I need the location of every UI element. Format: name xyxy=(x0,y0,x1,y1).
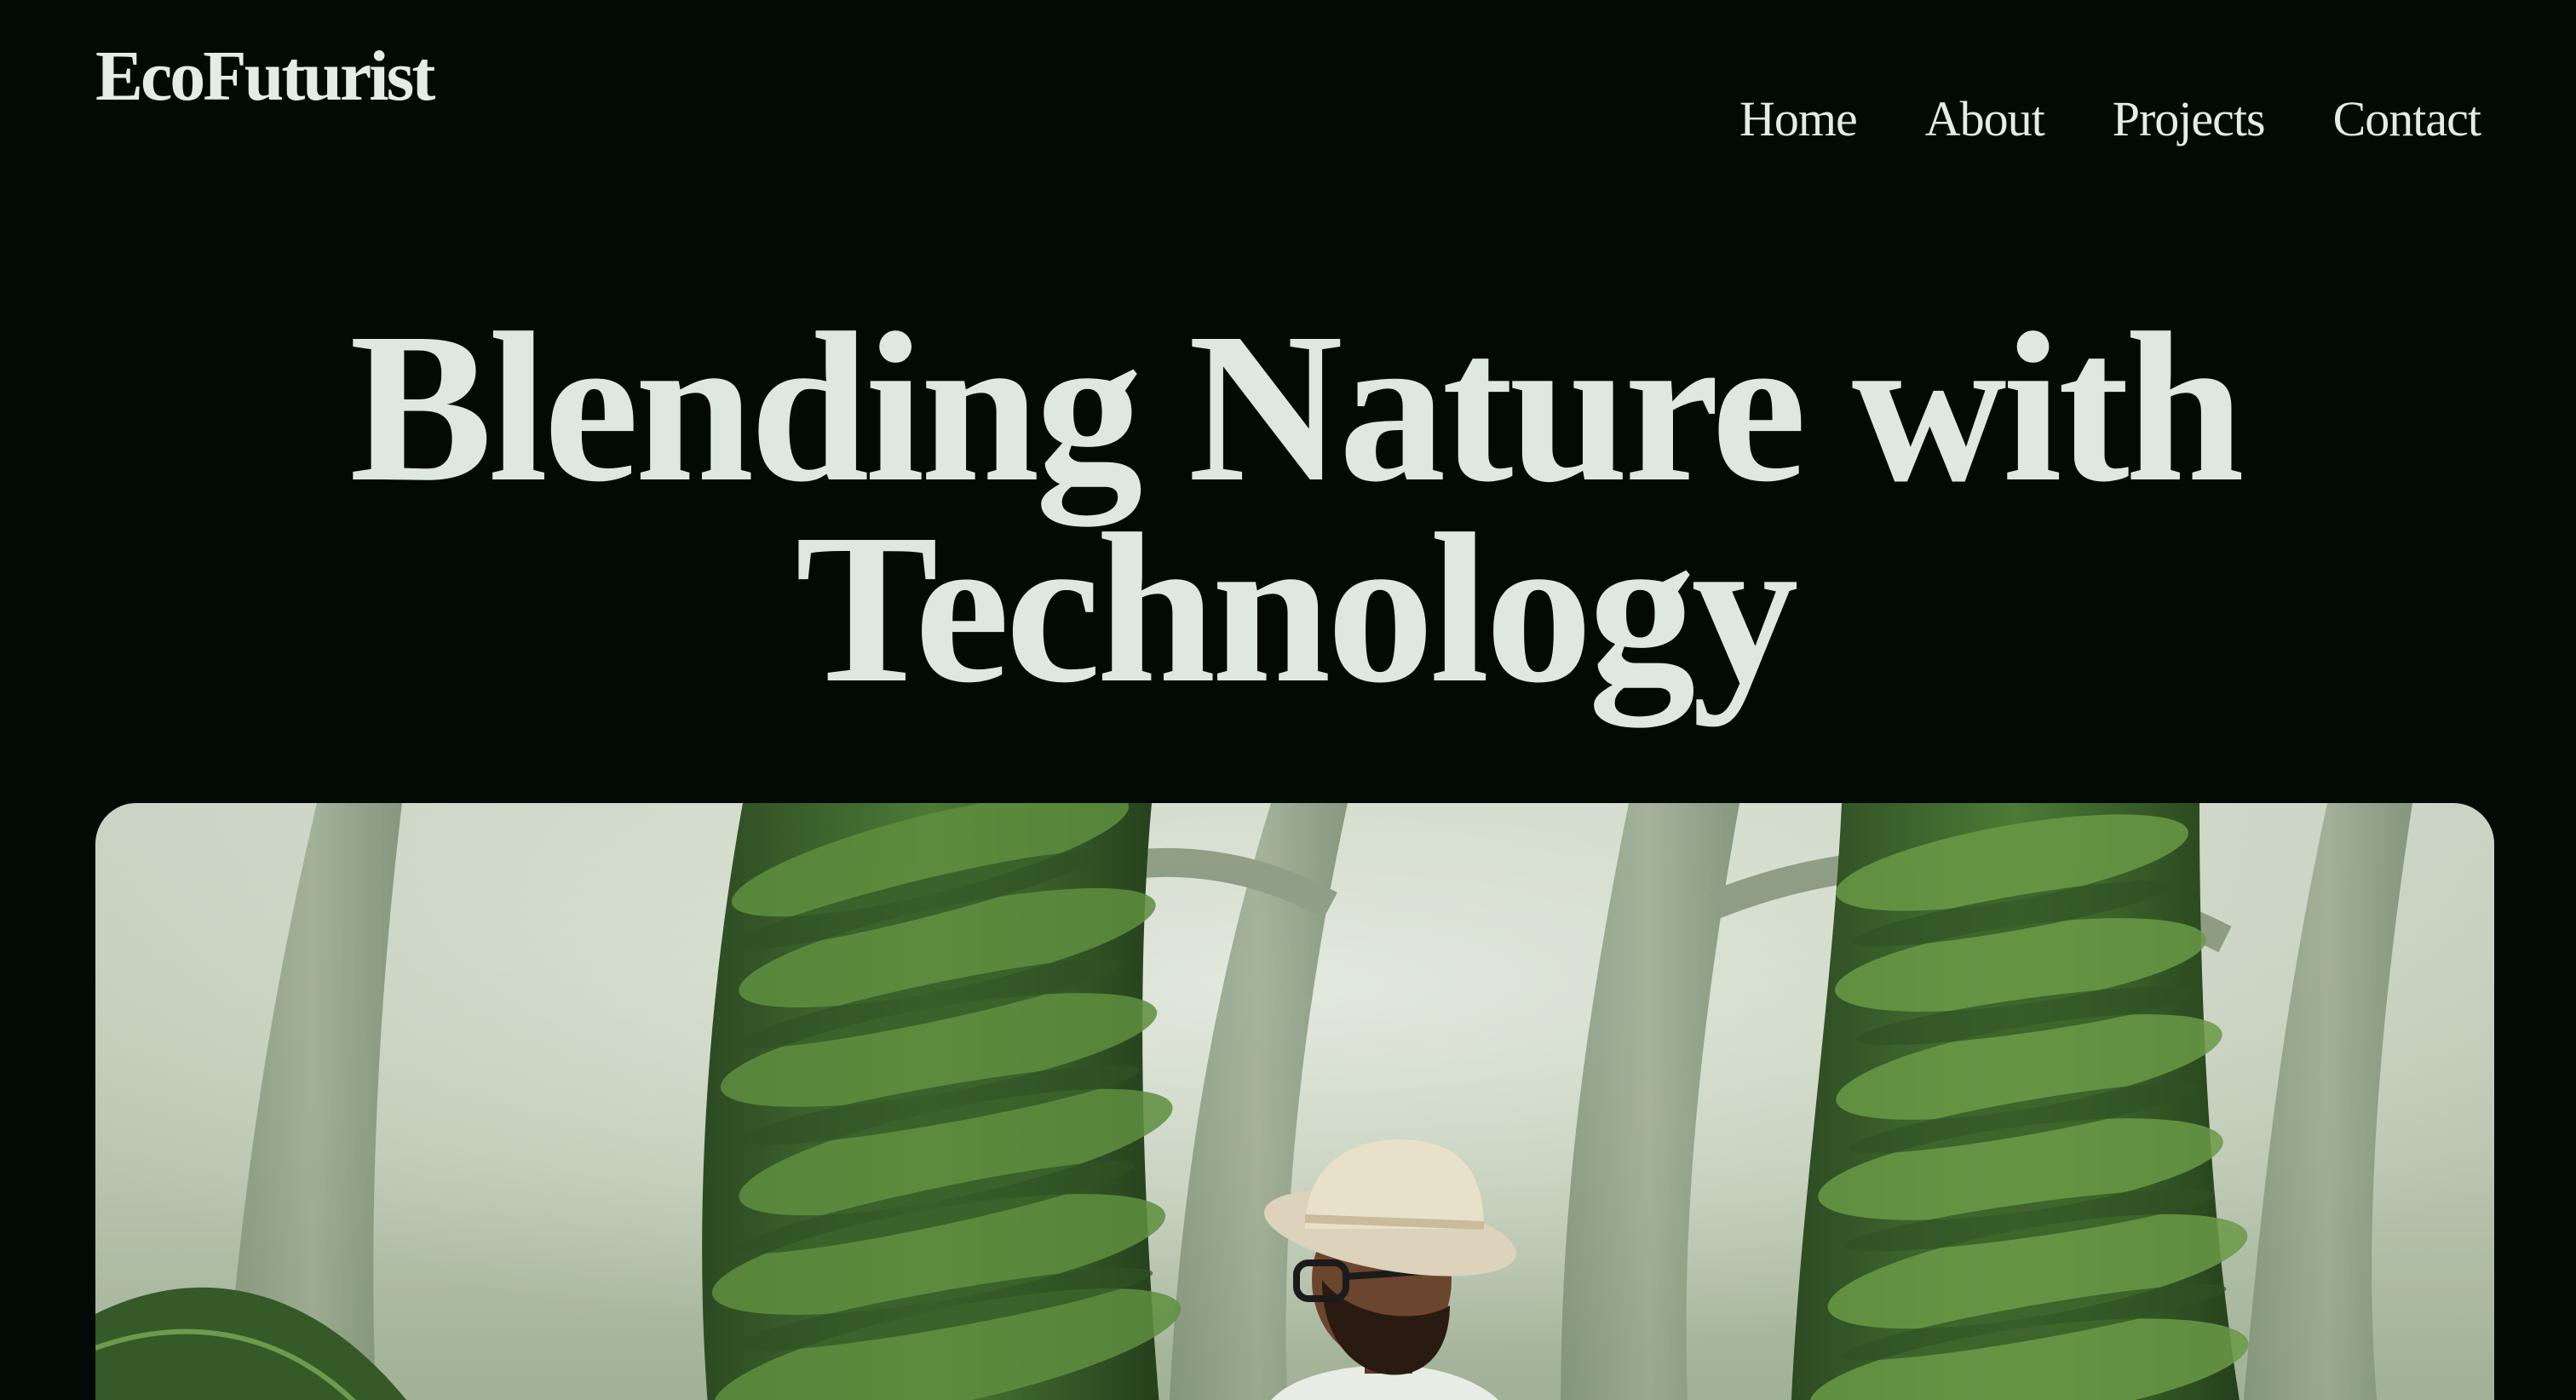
hero-image xyxy=(95,803,2494,1400)
main-nav: Home About Projects Contact xyxy=(1739,85,2481,153)
nav-contact-link[interactable]: Contact xyxy=(2333,85,2481,153)
logo[interactable]: EcoFuturist xyxy=(95,34,435,119)
forest-illustration xyxy=(95,803,2494,1400)
nav-projects-link[interactable]: Projects xyxy=(2113,85,2266,153)
foliage-trunk-right xyxy=(1791,803,2249,1400)
hero-title: Blending Nature with Technology xyxy=(349,288,2245,727)
nav-about-link[interactable]: About xyxy=(1925,85,2045,153)
foliage-trunk-left xyxy=(702,803,1182,1400)
nav-home-link[interactable]: Home xyxy=(1739,85,1858,153)
